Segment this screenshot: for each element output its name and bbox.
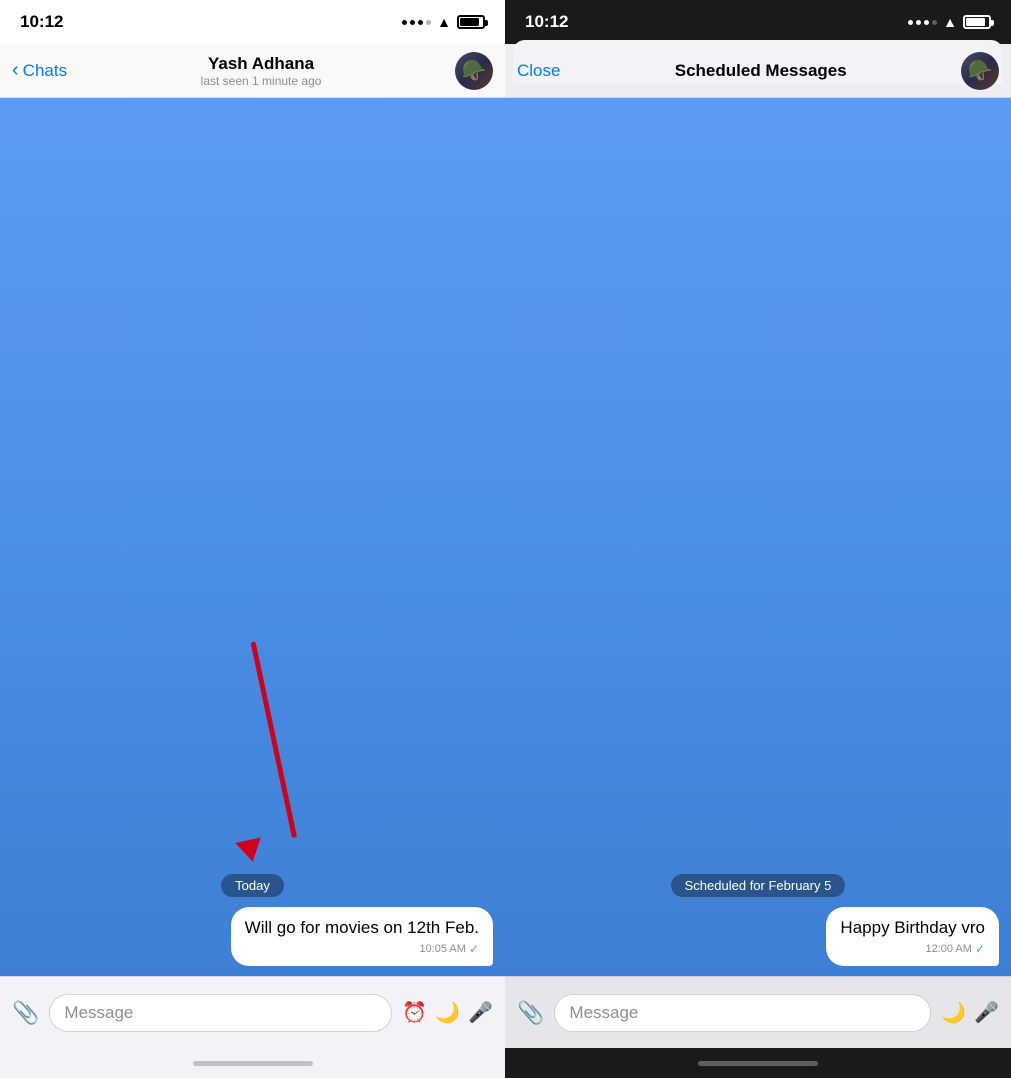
close-button[interactable]: Close	[517, 61, 560, 81]
schedule-icon[interactable]: ⏰	[402, 1000, 427, 1025]
avatar-image: 🪖	[455, 52, 493, 90]
right-battery-icon	[963, 15, 991, 29]
left-nav-bar: ‹ Chats Yash Adhana last seen 1 minute a…	[0, 44, 505, 98]
right-mic-icon[interactable]: 🎤	[974, 1000, 999, 1025]
right-battery-fill	[966, 18, 985, 26]
date-badge: Today	[12, 874, 493, 897]
right-message-input[interactable]: Message	[554, 994, 931, 1032]
left-chat-area: Today Will go for movies on 12th Feb. 10…	[0, 98, 505, 976]
read-check: ✓	[469, 942, 479, 956]
dot3	[418, 20, 423, 25]
home-bar	[193, 1061, 313, 1066]
last-seen: last seen 1 minute ago	[201, 74, 322, 88]
back-label[interactable]: Chats	[23, 61, 67, 81]
right-time: 10:12	[525, 12, 568, 32]
attachment-icon[interactable]: 📎	[12, 1000, 39, 1026]
right-avatar[interactable]: 🪖	[961, 52, 999, 90]
rdot1	[908, 20, 913, 25]
battery-icon	[457, 15, 485, 29]
right-input-right-icons: 🌙 🎤	[941, 1000, 999, 1025]
input-placeholder: Message	[64, 1003, 133, 1023]
bubble-meta: 10:05 AM ✓	[245, 942, 479, 956]
right-status-icons: ▲	[908, 14, 991, 30]
right-nav-bar: Close Scheduled Messages 🪖	[505, 44, 1011, 98]
dot4	[426, 20, 431, 25]
right-messages-container: Scheduled for February 5 Happy Birthday …	[505, 864, 1011, 976]
scheduled-message-time: 12:00 AM	[925, 943, 971, 955]
rdot3	[924, 20, 929, 25]
back-button[interactable]: ‹ Chats	[12, 59, 67, 82]
wifi-icon: ▲	[437, 14, 451, 30]
right-sticker-icon[interactable]: 🌙	[941, 1000, 966, 1025]
sent-message: Will go for movies on 12th Feb. 10:05 AM…	[12, 907, 493, 966]
nav-center: Yash Adhana last seen 1 minute ago	[67, 54, 455, 88]
chevron-left-icon: ‹	[12, 59, 19, 82]
message-time: 10:05 AM	[419, 943, 465, 955]
message-bubble: Will go for movies on 12th Feb. 10:05 AM…	[231, 907, 493, 966]
scheduled-badge: Scheduled for February 5	[517, 874, 999, 897]
dot2	[410, 20, 415, 25]
right-home-indicator	[505, 1048, 1011, 1078]
message-input[interactable]: Message	[49, 994, 392, 1032]
contact-name: Yash Adhana	[208, 54, 314, 74]
messages-container: Today Will go for movies on 12th Feb. 10…	[0, 864, 505, 976]
rdot2	[916, 20, 921, 25]
right-input-bar: 📎 Message 🌙 🎤	[505, 976, 1011, 1048]
scheduled-message-text: Happy Birthday vro	[840, 917, 985, 939]
red-arrow-annotation	[248, 642, 258, 842]
rdot4	[932, 20, 937, 25]
right-home-bar	[698, 1061, 818, 1066]
scheduled-badge-text: Scheduled for February 5	[671, 874, 846, 897]
message-text: Will go for movies on 12th Feb.	[245, 917, 479, 939]
scheduled-message: Happy Birthday vro 12:00 AM ✓	[517, 907, 999, 966]
avatar[interactable]: 🪖	[455, 52, 493, 90]
right-phone: 10:12 ▲ Close Scheduled Messages 🪖	[505, 0, 1011, 1078]
dot1	[402, 20, 407, 25]
battery-fill	[460, 18, 479, 26]
avatar-emoji: 🪖	[462, 58, 487, 83]
scheduled-read-check: ✓	[975, 942, 985, 956]
right-chat-area: Scheduled for February 5 Happy Birthday …	[505, 98, 1011, 976]
right-attachment-icon[interactable]: 📎	[517, 1000, 544, 1026]
right-avatar-emoji: 🪖	[968, 58, 993, 83]
signal-dots-right	[908, 20, 937, 25]
left-phone: 10:12 ▲ ‹ Chats Yash Adhana last seen 1 …	[0, 0, 505, 1078]
left-status-icons: ▲	[402, 14, 485, 30]
sheet-title: Scheduled Messages	[675, 61, 847, 81]
left-input-bar: 📎 Message ⏰ 🌙 🎤	[0, 976, 505, 1048]
signal-dots	[402, 20, 431, 25]
left-status-bar: 10:12 ▲	[0, 0, 505, 44]
date-badge-text: Today	[221, 874, 284, 897]
mic-icon[interactable]: 🎤	[468, 1000, 493, 1025]
scheduled-bubble-meta: 12:00 AM ✓	[840, 942, 985, 956]
right-avatar-image: 🪖	[961, 52, 999, 90]
right-wifi-icon: ▲	[943, 14, 957, 30]
left-time: 10:12	[20, 12, 63, 32]
sticker-icon[interactable]: 🌙	[435, 1000, 460, 1025]
input-right-icons: ⏰ 🌙 🎤	[402, 1000, 493, 1025]
right-input-placeholder: Message	[569, 1003, 638, 1023]
left-home-indicator	[0, 1048, 505, 1078]
right-status-bar: 10:12 ▲	[505, 0, 1011, 44]
scheduled-bubble[interactable]: Happy Birthday vro 12:00 AM ✓	[826, 907, 999, 966]
